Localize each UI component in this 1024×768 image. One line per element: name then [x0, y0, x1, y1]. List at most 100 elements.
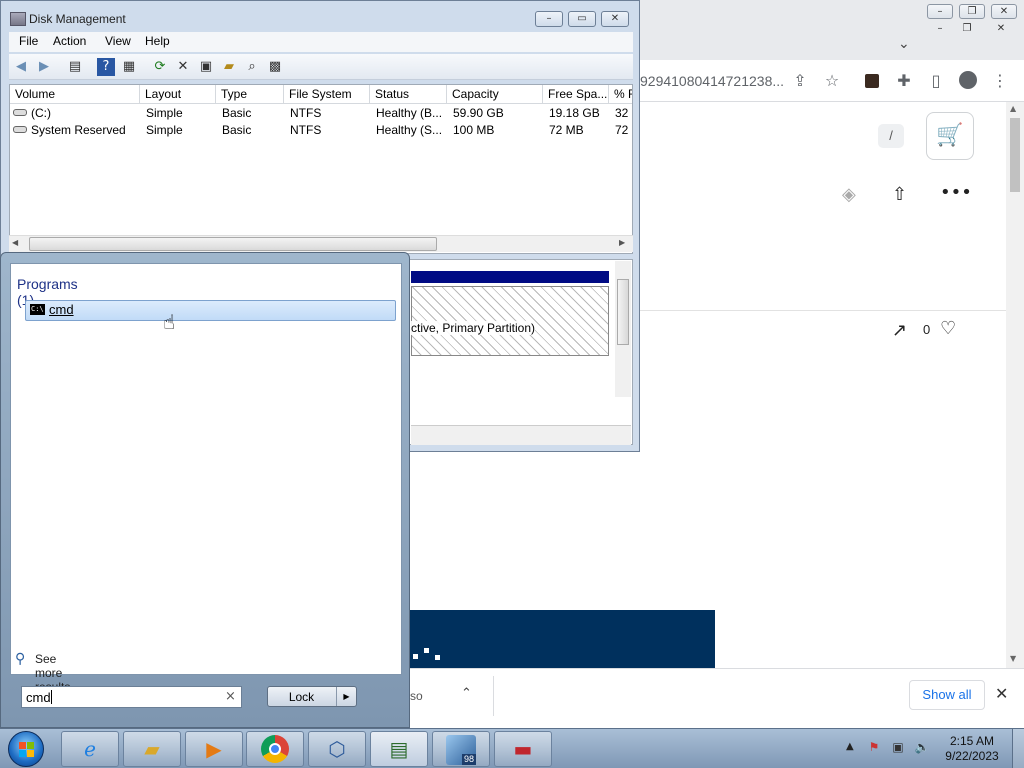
vertical-scrollbar-thumb[interactable]	[617, 279, 629, 345]
power-options-arrow-icon[interactable]: ▶	[336, 687, 356, 706]
likes-count: 0	[923, 322, 931, 337]
cell-free-space: 72 MB	[549, 123, 584, 137]
heart-icon[interactable]: ♡	[940, 318, 956, 339]
delete-icon[interactable]: ✕	[174, 58, 192, 76]
more-icon[interactable]: •••	[940, 182, 972, 203]
search-result-label: cmd	[49, 302, 74, 317]
folder-icon[interactable]: ▰	[123, 731, 181, 767]
menu-icon[interactable]: ⋮	[989, 70, 1011, 92]
cell-free-space: 19.18 GB	[549, 106, 600, 120]
cell-capacity: 100 MB	[453, 123, 495, 137]
download-bar-divider	[493, 676, 494, 716]
network-icon[interactable]: ▣	[890, 739, 906, 755]
open-external-icon[interactable]: ↗	[892, 320, 907, 341]
chrome-restore-button[interactable]: ❐	[959, 4, 985, 19]
refresh-icon[interactable]: ⟳	[151, 58, 169, 76]
chrome-inner-close-button[interactable]: ✕	[988, 22, 1014, 37]
cell-volume: System Reserved	[31, 123, 126, 137]
chrome-minimize-button[interactable]: –	[927, 4, 953, 19]
maximize-button[interactable]: ▭	[568, 11, 596, 27]
tab-search-chevron-icon[interactable]: ⌄	[898, 36, 910, 52]
column-header-status[interactable]: Status	[370, 85, 447, 104]
scroll-up-icon[interactable]: ▲	[1010, 104, 1016, 113]
menu-help[interactable]: Help	[145, 34, 170, 48]
close-button[interactable]: ✕	[601, 11, 629, 27]
toolbox-icon[interactable]: ▬	[494, 731, 552, 767]
internet-explorer-icon[interactable]: ℯ	[61, 731, 119, 767]
column-header-free-space[interactable]: Free Spa...	[543, 85, 609, 104]
text-caret	[50, 690, 52, 704]
column-header-file-system[interactable]: File System	[284, 85, 370, 104]
chrome-inner-minimize-button[interactable]: –	[927, 22, 953, 37]
forward-arrow-icon[interactable]: ▶	[35, 58, 53, 76]
lock-button-label: Lock	[288, 690, 315, 704]
upload-icon[interactable]: ⇧	[892, 184, 907, 205]
help-icon[interactable]: ?	[97, 58, 115, 76]
page-scrollbar[interactable]: ▲ ▼	[1006, 102, 1024, 668]
scroll-left-icon[interactable]: ◀	[12, 238, 18, 247]
status-bar	[411, 425, 631, 445]
menu-action[interactable]: Action	[53, 34, 86, 48]
chrome-inner-restore-button[interactable]: ❐	[954, 22, 980, 37]
download-item-name[interactable]: so	[410, 689, 423, 703]
menu-file[interactable]: File	[19, 34, 38, 48]
scroll-down-icon[interactable]: ▼	[1010, 654, 1016, 663]
settings-icon[interactable]: ▣	[197, 58, 215, 76]
vertical-scrollbar[interactable]	[615, 261, 631, 397]
sidebar-icon[interactable]: ▯	[925, 70, 947, 92]
column-header-layout[interactable]: Layout	[140, 85, 216, 104]
page-scrollbar-thumb[interactable]	[1010, 118, 1020, 192]
windows-98-icon[interactable]: 98	[432, 731, 490, 767]
media-player-icon[interactable]: ▶	[185, 731, 243, 767]
clear-search-icon[interactable]: ×	[225, 689, 236, 704]
volume-list[interactable]: Volume Layout Type File System Status Ca…	[9, 84, 633, 254]
horizontal-scrollbar-thumb[interactable]	[29, 237, 437, 251]
action-center-icon[interactable]: ⚑	[866, 739, 882, 755]
back-arrow-icon[interactable]: ◀	[12, 58, 30, 76]
extension-icon[interactable]	[861, 70, 883, 92]
menu-view[interactable]: View	[105, 34, 131, 48]
column-header-volume[interactable]: Volume	[10, 85, 140, 104]
cell-status: Healthy (B...	[376, 106, 443, 120]
horizontal-scrollbar[interactable]: ◀ ▶	[9, 235, 633, 252]
scroll-right-icon[interactable]: ▶	[619, 238, 625, 247]
lock-button[interactable]: Lock ▶	[267, 686, 357, 707]
start-orb-button[interactable]	[8, 731, 44, 767]
chrome-icon[interactable]	[246, 731, 304, 767]
cell-volume: (C:)	[31, 106, 51, 120]
promo-banner[interactable]	[408, 610, 715, 668]
system-clock[interactable]: 2:15 AM 9/22/2023	[940, 734, 1004, 764]
close-icon[interactable]: ✕	[995, 684, 1008, 703]
search-icon[interactable]: ⌕	[243, 58, 261, 76]
disk-properties-icon[interactable]: ▩	[266, 58, 284, 76]
star-icon[interactable]: ☆	[821, 70, 843, 92]
tag-icon[interactable]: ◈	[842, 184, 856, 205]
address-bar-url[interactable]: 92941080414721238...	[640, 73, 784, 89]
start-menu-results-panel	[10, 263, 402, 675]
puzzle-icon[interactable]: ✚	[893, 70, 915, 92]
column-header-type[interactable]: Type	[216, 85, 284, 104]
column-header-percent-free[interactable]: % F	[609, 85, 632, 104]
start-search-input[interactable]: cmd	[21, 686, 242, 708]
chrome-close-button[interactable]: ✕	[991, 4, 1017, 19]
show-hidden-icons-chevron-icon[interactable]: ▲	[846, 741, 854, 752]
volume-muted-icon[interactable]: 🔈	[914, 739, 930, 755]
column-header-capacity[interactable]: Capacity	[447, 85, 543, 104]
partition-description: ctive, Primary Partition)	[411, 321, 536, 335]
share-icon[interactable]: ⇪	[789, 70, 811, 92]
cart-icon[interactable]: 🛒	[926, 112, 974, 160]
device-manager-icon[interactable]: ▤	[370, 731, 428, 767]
search-result-cmd[interactable]	[25, 300, 396, 321]
show-hide-console-icon[interactable]: ▦	[120, 58, 138, 76]
chevron-up-icon[interactable]: ⌃	[461, 686, 472, 701]
show-desktop-button[interactable]	[1012, 729, 1024, 768]
properties-pane-icon[interactable]: ▤	[66, 58, 84, 76]
cell-status: Healthy (S...	[376, 123, 443, 137]
profile-icon[interactable]	[957, 70, 979, 92]
site-search-box[interactable]	[640, 112, 915, 160]
clock-date: 9/22/2023	[945, 749, 999, 763]
show-all-button[interactable]: Show all	[909, 680, 985, 710]
minimize-button[interactable]: –	[535, 11, 563, 27]
open-folder-icon[interactable]: ▰	[220, 58, 238, 76]
virtualbox-icon[interactable]: ⬡	[308, 731, 366, 767]
